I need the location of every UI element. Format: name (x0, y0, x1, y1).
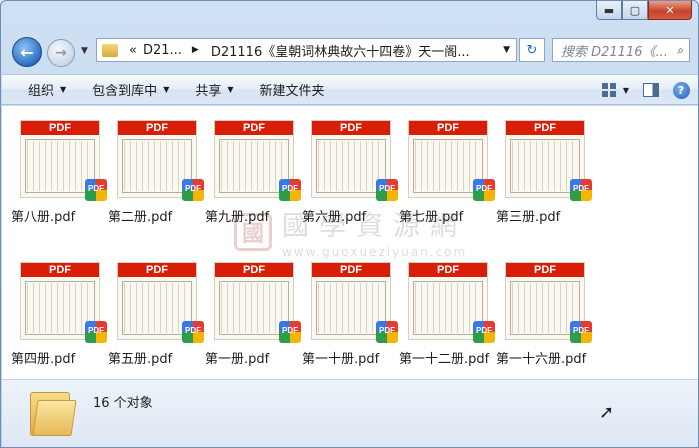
file-name: 第二册.pdf (108, 210, 173, 225)
preview-pane-button[interactable] (641, 80, 661, 100)
pdf-app-icon: PDF (85, 179, 107, 201)
pdf-app-icon: PDF (570, 321, 592, 343)
file-name: 第一十六册.pdf (496, 352, 587, 367)
file-item[interactable]: PDF PDF 第七册.pdf (399, 120, 495, 232)
organize-menu[interactable]: 组织 ▼ (28, 80, 66, 99)
recent-pages-dropdown[interactable]: ▼ (81, 46, 88, 56)
address-dropdown-icon[interactable]: ▼ (503, 45, 510, 55)
caption-buttons: ▬ ▢ ✕ (596, 1, 692, 21)
file-name: 第四册.pdf (11, 352, 76, 367)
organize-label: 组织 (28, 84, 55, 99)
file-item[interactable]: PDF PDF 第一册.pdf (205, 262, 301, 374)
chevron-down-icon: ▼ (163, 85, 170, 94)
pdf-app-icon: PDF (376, 179, 398, 201)
mouse-pointer-icon: ➚ (599, 402, 615, 423)
file-name: 第六册.pdf (302, 210, 367, 225)
file-name: 第五册.pdf (108, 352, 173, 367)
refresh-button[interactable]: ↻ (519, 38, 545, 62)
new-folder-button[interactable]: 新建文件夹 (260, 80, 325, 99)
new-folder-label: 新建文件夹 (259, 84, 325, 99)
pdf-app-icon: PDF (473, 321, 495, 343)
file-name: 第一十册.pdf (302, 352, 380, 367)
folder-icon (102, 43, 118, 57)
pdf-band-label: PDF (215, 121, 293, 135)
back-arrow-icon: ← (20, 42, 34, 62)
share-label: 共享 (195, 84, 222, 99)
pdf-app-icon: PDF (570, 179, 592, 201)
explorer-window: ▬ ▢ ✕ ← → ▼ « D21... ▶ D21116《皇朝词林典故六十四卷… (0, 0, 699, 448)
pdf-app-icon: PDF (473, 179, 495, 201)
address-bar[interactable]: « D21... ▶ D21116《皇朝词林典故六十四卷》天一阁... ▼ (96, 38, 517, 62)
file-item[interactable]: PDF PDF 第六册.pdf (302, 120, 398, 232)
file-name: 第三册.pdf (496, 210, 561, 225)
pdf-band-label: PDF (312, 263, 390, 277)
file-name: 第九册.pdf (205, 210, 270, 225)
file-item[interactable]: PDF PDF 第四册.pdf (11, 262, 107, 374)
include-in-library-menu[interactable]: 包含到库中 ▼ (92, 80, 169, 99)
file-item[interactable]: PDF PDF 第一十册.pdf (302, 262, 398, 374)
pdf-band-label: PDF (21, 121, 99, 135)
breadcrumb-item-parent[interactable]: D21... (143, 43, 182, 58)
help-icon: ? (672, 81, 690, 99)
object-count: 16 个对象 (93, 396, 153, 411)
help-button[interactable]: ? (671, 80, 691, 100)
view-options-dropdown[interactable]: ▼ (621, 80, 631, 100)
pdf-band-label: PDF (215, 263, 293, 277)
close-button[interactable]: ✕ (648, 1, 692, 20)
pdf-band-label: PDF (118, 263, 196, 277)
refresh-icon: ↻ (526, 42, 538, 58)
search-icon: ⌕ (677, 42, 684, 57)
file-item[interactable]: PDF PDF 第三册.pdf (496, 120, 592, 232)
file-list[interactable]: 國 國學資源網 www.guoxueziyuan.com PDF PDF 第八册.p… (2, 106, 698, 379)
toolbar-right: ▼ ? (589, 80, 691, 100)
folder-icon (30, 388, 77, 436)
file-name: 第一册.pdf (205, 352, 270, 367)
share-menu[interactable]: 共享 ▼ (195, 80, 233, 99)
breadcrumb-item-current[interactable]: D21116《皇朝词林典故六十四卷》天一阁... (211, 41, 470, 60)
minimize-button[interactable]: ▬ (596, 1, 622, 20)
back-button[interactable]: ← (12, 37, 42, 67)
breadcrumb-overflow-icon[interactable]: « (129, 43, 137, 58)
include-library-label: 包含到库中 (92, 84, 158, 99)
chevron-down-icon: ▼ (227, 85, 234, 94)
search-placeholder: 搜索 D21116《... (561, 44, 668, 60)
pdf-app-icon: PDF (376, 321, 398, 343)
pdf-band-label: PDF (409, 263, 487, 277)
pdf-app-icon: PDF (85, 321, 107, 343)
view-grid-icon (602, 83, 616, 97)
file-item[interactable]: PDF PDF 第八册.pdf (11, 120, 107, 232)
preview-pane-icon (643, 83, 659, 97)
breadcrumb-separator-icon[interactable]: ▶ (192, 45, 199, 55)
pdf-band-label: PDF (409, 121, 487, 135)
pdf-band-label: PDF (312, 121, 390, 135)
forward-arrow-icon: → (55, 45, 67, 61)
file-item[interactable]: PDF PDF 第九册.pdf (205, 120, 301, 232)
file-item[interactable]: PDF PDF 第一十六册.pdf (496, 262, 592, 374)
file-name: 第八册.pdf (11, 210, 76, 225)
file-item[interactable]: PDF PDF 第一十二册.pdf (399, 262, 495, 374)
pdf-band-label: PDF (506, 263, 584, 277)
pdf-app-icon: PDF (279, 179, 301, 201)
pdf-band-label: PDF (118, 121, 196, 135)
file-name: 第一十二册.pdf (399, 352, 490, 367)
navigation-bar: ← → ▼ « D21... ▶ D21116《皇朝词林典故六十四卷》天一阁..… (1, 34, 698, 68)
pdf-app-icon: PDF (279, 321, 301, 343)
file-item[interactable]: PDF PDF 第五册.pdf (108, 262, 204, 374)
file-name: 第七册.pdf (399, 210, 464, 225)
command-bar: 组织 ▼ 包含到库中 ▼ 共享 ▼ 新建文件夹 ▼ ? (2, 74, 698, 105)
forward-button[interactable]: → (47, 39, 75, 67)
file-item[interactable]: PDF PDF 第二册.pdf (108, 120, 204, 232)
maximize-button[interactable]: ▢ (622, 1, 648, 20)
pdf-band-label: PDF (21, 263, 99, 277)
pdf-app-icon: PDF (182, 321, 204, 343)
search-input[interactable]: 搜索 D21116《... ⌕ (552, 38, 690, 62)
pdf-band-label: PDF (506, 121, 584, 135)
details-pane: 16 个对象 ➚ (2, 379, 698, 447)
chevron-down-icon: ▼ (60, 85, 67, 94)
watermark-url: www.guoxueziyuan.com (282, 245, 468, 259)
pdf-app-icon: PDF (182, 179, 204, 201)
change-view-button[interactable] (599, 80, 619, 100)
